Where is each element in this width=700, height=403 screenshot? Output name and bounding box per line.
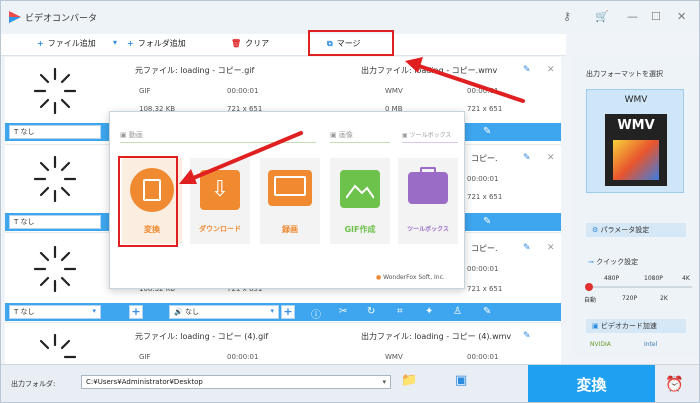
annotation-arrows [179,57,525,184]
arrow-to-convert [179,131,303,184]
arrow-to-merge [405,57,525,103]
app-window: ビデオコンバータ ⚷ 🛒 — ☐ ✕ + ファイル追加 ▾ + フォルダ追加 🗑 クリ… [0,0,700,403]
